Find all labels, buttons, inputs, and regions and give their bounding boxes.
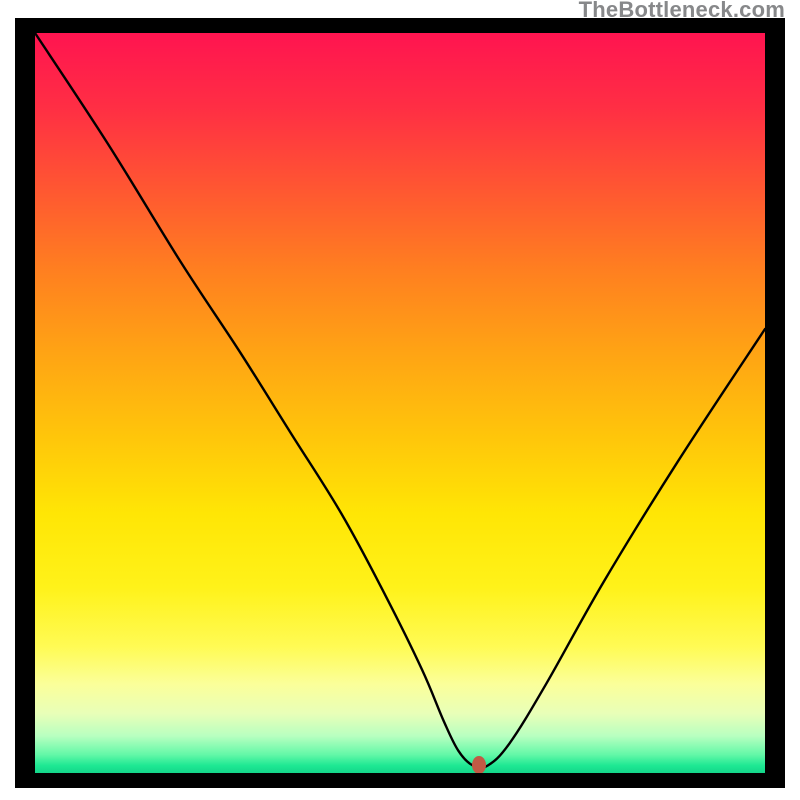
chart-frame	[15, 18, 785, 788]
curve-svg	[35, 33, 765, 773]
bottleneck-curve	[35, 33, 765, 768]
plot-area	[35, 33, 765, 773]
optimum-marker	[472, 756, 486, 773]
watermark-text: TheBottleneck.com	[579, 0, 785, 23]
